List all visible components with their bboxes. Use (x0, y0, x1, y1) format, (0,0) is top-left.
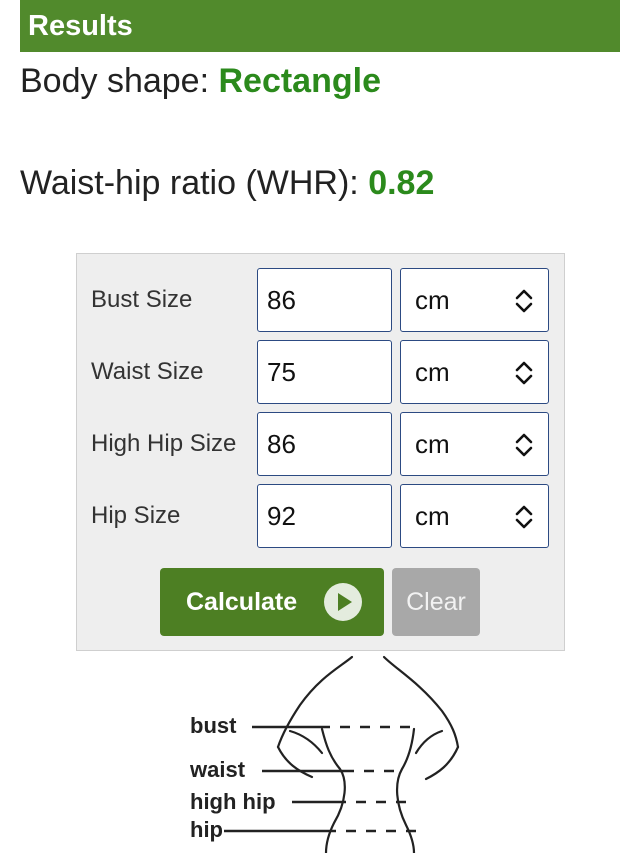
waist-row: Waist Size 75 cm (77, 340, 564, 404)
waist-unit-select[interactable]: cm (400, 340, 549, 404)
bust-row: Bust Size 86 cm (77, 268, 564, 332)
waist-unit-value: cm (415, 357, 450, 387)
body-shape-label: Body shape: (20, 62, 219, 100)
high-hip-unit-select[interactable]: cm (400, 412, 549, 476)
chevron-up-down-icon (515, 361, 533, 385)
waist-size-label: Waist Size (91, 358, 204, 385)
hip-size-input[interactable]: 92 (257, 484, 392, 548)
body-measurement-diagram: bust waist high hip hip (180, 655, 480, 855)
results-header: Results (20, 0, 620, 52)
whr-label: Waist-hip ratio (WHR): (20, 164, 369, 202)
chevron-up-down-icon (515, 505, 533, 529)
body-shape-value: Rectangle (218, 62, 381, 100)
calculate-label: Calculate (186, 588, 298, 616)
chevron-up-down-icon (515, 433, 533, 457)
hip-unit-select[interactable]: cm (400, 484, 549, 548)
chevron-up-down-icon (515, 289, 533, 313)
high-hip-unit-value: cm (415, 429, 450, 459)
high-hip-size-input[interactable]: 86 (257, 412, 392, 476)
clear-button[interactable]: Clear (392, 568, 480, 636)
high-hip-diagram-label: high hip (190, 789, 276, 814)
bust-size-input[interactable]: 86 (257, 268, 392, 332)
bust-unit-select[interactable]: cm (400, 268, 549, 332)
waist-diagram-label: waist (190, 757, 246, 782)
high-hip-size-label: High Hip Size (91, 430, 237, 457)
waist-size-input[interactable]: 75 (257, 340, 392, 404)
high-hip-row: High Hip Size 86 cm (77, 412, 564, 476)
play-icon (324, 583, 362, 621)
torso-outline-illustration (224, 655, 460, 855)
results-title: Results (28, 10, 133, 42)
hip-size-label: Hip Size (91, 502, 181, 529)
hip-unit-value: cm (415, 501, 450, 531)
bust-unit-value: cm (415, 285, 450, 315)
hip-row: Hip Size 92 cm (77, 484, 564, 548)
calculator-panel: Bust Size 86 cm Waist Size 75 cm High Hi… (76, 253, 565, 651)
bust-size-label: Bust Size (91, 286, 193, 313)
whr-result: Waist-hip ratio (WHR): 0.82 (20, 164, 434, 203)
hip-diagram-label: hip (190, 817, 223, 842)
bust-diagram-label: bust (190, 713, 237, 738)
calculate-button[interactable]: Calculate (160, 568, 384, 636)
body-shape-result: Body shape: Rectangle (20, 62, 381, 101)
whr-value: 0.82 (368, 164, 435, 202)
